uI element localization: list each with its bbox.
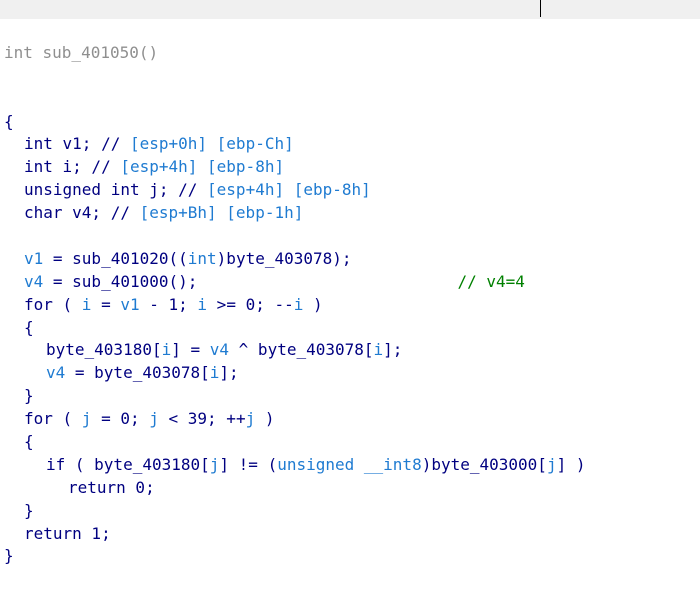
code-token: {	[24, 317, 34, 337]
code-token: = sub_401000();	[43, 271, 458, 291]
code-identifier: v4	[24, 271, 44, 291]
code-line[interactable]: unsigned int j; // [esp+4h] [ebp-8h]	[4, 179, 585, 202]
code-line[interactable]: {	[4, 111, 585, 134]
code-line[interactable]: for ( i = v1 - 1; i >= 0; --i )	[4, 294, 585, 317]
code-token: unsigned int j; //	[24, 180, 208, 200]
code-token: )	[303, 294, 323, 314]
code-token: = sub_401020((	[43, 248, 188, 268]
code-line[interactable]: {	[4, 431, 585, 454]
code-token: if ( byte_403180[	[46, 454, 210, 474]
code-identifier: i	[293, 294, 304, 314]
code-identifier: v1	[24, 248, 44, 268]
code-token: = 0;	[91, 409, 150, 429]
code-identifier: j	[546, 454, 557, 474]
code-line[interactable]: v4 = byte_403078[i];	[4, 362, 585, 385]
code-token: char v4; //	[24, 203, 140, 223]
code-line[interactable]: }	[4, 500, 585, 523]
code-token: }	[24, 500, 34, 520]
code-token: =	[91, 294, 121, 314]
code-token: ] != (	[219, 454, 278, 474]
code-identifier: i	[81, 294, 92, 314]
code-comment: [esp+4h] [ebp-8h]	[207, 180, 371, 200]
code-comment: [esp+4h] [ebp-8h]	[120, 157, 285, 177]
code-identifier: i	[209, 363, 220, 383]
code-token: ];	[219, 363, 239, 383]
code-line[interactable]: char v4; // [esp+Bh] [ebp-1h]	[4, 202, 585, 225]
code-line[interactable]: int i; // [esp+4h] [ebp-8h]	[4, 156, 585, 179]
code-identifier: j	[245, 409, 256, 429]
code-identifier: i	[373, 340, 384, 360]
code-comment: // v4=4	[457, 271, 525, 291]
code-identifier: v4	[46, 363, 66, 383]
code-token: }	[4, 546, 14, 566]
code-line[interactable]: }	[4, 545, 585, 568]
code-token: ^ byte_403078[	[229, 340, 374, 360]
code-token: = byte_403078[	[65, 363, 210, 383]
code-token: return 0;	[68, 477, 155, 497]
code-line[interactable]: return 1;	[4, 523, 585, 546]
code-identifier: i	[197, 294, 208, 314]
code-token: int i; //	[24, 157, 121, 177]
code-identifier: v4	[209, 340, 230, 360]
code-token: )byte_403000[	[421, 454, 547, 474]
code-lines[interactable]: {int v1; // [esp+0h] [ebp-Ch] int i; // […	[4, 111, 585, 569]
function-signature[interactable]: int sub_401050()	[4, 42, 585, 65]
code-line[interactable]: for ( j = 0; j < 39; ++j )	[4, 408, 585, 431]
code-comment: [esp+0h] [ebp-Ch]	[129, 134, 294, 154]
code-line[interactable]: v4 = sub_401000(); // v4=4	[4, 271, 585, 294]
code-token: >= 0; --	[207, 294, 294, 314]
code-token: {	[4, 111, 14, 131]
code-identifier: unsigned __int8	[277, 454, 422, 474]
code-token: return 1;	[24, 523, 111, 543]
code-token: ] )	[556, 454, 586, 474]
code-token: - 1;	[139, 294, 198, 314]
code-line[interactable]: int v1; // [esp+0h] [ebp-Ch]	[4, 133, 585, 156]
code-token: )byte_403078);	[216, 248, 352, 268]
code-token: }	[24, 386, 34, 406]
code-identifier: v1	[120, 294, 140, 314]
code-token: for (	[24, 409, 82, 429]
code-comment: [esp+Bh] [ebp-1h]	[139, 203, 304, 223]
code-line[interactable]: v1 = sub_401020((int)byte_403078);	[4, 248, 585, 271]
code-identifier: j	[209, 454, 220, 474]
code-line[interactable]: {	[4, 317, 585, 340]
code-token: for (	[24, 294, 82, 314]
code-token: < 39; ++	[158, 409, 246, 429]
code-identifier: j	[81, 409, 92, 429]
code-token: int v1; //	[24, 134, 130, 154]
code-line[interactable]: }	[4, 385, 585, 408]
code-identifier: i	[161, 340, 172, 360]
code-identifier: int	[187, 248, 217, 268]
code-line[interactable]: return 0;	[4, 477, 585, 500]
code-token: ] =	[171, 340, 210, 360]
code-identifier: j	[149, 409, 159, 429]
code-token: {	[24, 431, 34, 451]
code-token: ];	[383, 340, 403, 360]
code-token: )	[255, 409, 275, 429]
code-line[interactable]: if ( byte_403180[j] != (unsigned __int8)…	[4, 454, 585, 477]
code-line[interactable]: byte_403180[i] = v4 ^ byte_403078[i];	[4, 339, 585, 362]
pseudocode-view[interactable]: int sub_401050() {int v1; // [esp+0h] [e…	[4, 0, 585, 591]
code-line[interactable]	[4, 225, 585, 248]
code-token: byte_403180[	[46, 340, 162, 360]
